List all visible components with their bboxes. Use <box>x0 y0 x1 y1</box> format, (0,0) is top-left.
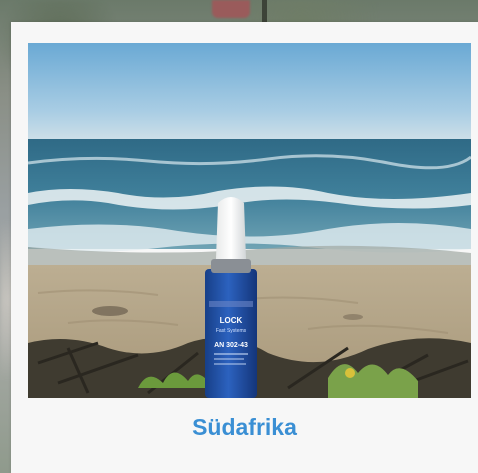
bottle-shoulder <box>211 259 251 273</box>
sand-stone <box>92 306 128 316</box>
sky <box>28 43 471 141</box>
beach-photo[interactable]: LOCK Fast Systems AN 302-43 <box>28 43 471 398</box>
label-text-block <box>214 353 248 355</box>
label-code: AN 302-43 <box>214 342 248 349</box>
label-brand: LOCK <box>220 316 243 325</box>
beach-scene: LOCK Fast Systems AN 302-43 <box>28 43 471 398</box>
photo-caption: Südafrika <box>192 414 297 440</box>
background-car <box>212 0 250 18</box>
yellow-flower <box>345 368 355 378</box>
sand-stone-2 <box>343 314 363 320</box>
bottle-cap <box>216 197 246 259</box>
label-stripe <box>209 301 253 307</box>
label-sub: Fast Systems <box>216 328 247 334</box>
background-pole <box>262 0 267 22</box>
photo-card: LOCK Fast Systems AN 302-43 Südafrika <box>11 22 478 473</box>
